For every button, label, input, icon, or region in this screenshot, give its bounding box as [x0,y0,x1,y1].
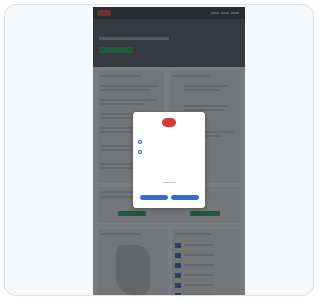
dialog-primary-button[interactable] [171,195,199,200]
radio-button-icon[interactable] [138,140,142,144]
consent-dialog [133,112,205,208]
radio-button-icon[interactable] [138,150,142,154]
screenshot-card [4,4,314,296]
brand-logo-icon [162,118,176,127]
mobile-page [93,7,245,295]
dialog-note [163,182,175,183]
dialog-secondary-button[interactable] [140,195,168,200]
